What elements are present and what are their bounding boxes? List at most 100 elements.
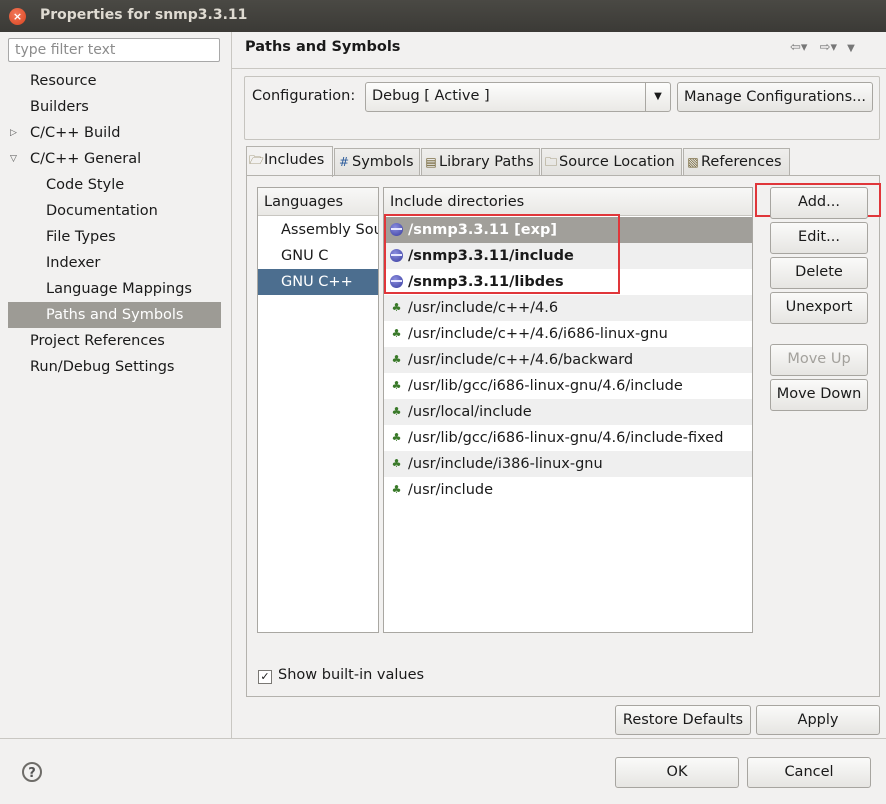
tree-item-label: Documentation (46, 203, 158, 219)
include-row[interactable]: ♣ /usr/include (384, 477, 752, 503)
include-path: /usr/lib/gcc/i686-linux-gnu/4.6/include-… (408, 430, 724, 446)
include-path: /usr/include (408, 482, 494, 498)
chevron-down-icon[interactable]: ▼ (645, 83, 670, 111)
tab-includes[interactable]: 🗁Includes (246, 146, 333, 177)
filter-input[interactable] (13, 41, 217, 59)
page-title: Paths and Symbols (245, 39, 401, 55)
include-row[interactable]: ♣ /usr/include/i386-linux-gnu (384, 451, 752, 477)
tree-item[interactable]: Resource (8, 68, 221, 94)
restore-defaults-button[interactable]: Restore Defaults (615, 705, 751, 735)
unexport-button[interactable]: Unexport (770, 292, 868, 324)
language-item[interactable]: GNU C++ (258, 269, 378, 295)
folder-icon: 🗀 (544, 155, 557, 169)
tab-label: Symbols (352, 154, 414, 170)
close-icon[interactable]: × (9, 8, 26, 25)
tab-source-location[interactable]: 🗀 Source Location (541, 148, 682, 176)
tree-item-label: C/C++ General (30, 151, 142, 167)
view-menu-icon[interactable]: ▼ (847, 43, 855, 54)
tab-symbols[interactable]: # Symbols (334, 148, 420, 176)
include-path: /usr/include/c++/4.6/i686-linux-gnu (408, 326, 668, 342)
include-path: /usr/include/c++/4.6 (408, 300, 559, 316)
system-include-icon: ♣ (391, 457, 402, 470)
help-icon[interactable]: ? (22, 762, 42, 782)
show-builtin-checkbox[interactable]: ✓ Show built-in values (258, 667, 424, 684)
system-include-icon: ♣ (391, 379, 402, 392)
tree-item[interactable]: Code Style (8, 172, 221, 198)
include-path: /usr/include/i386-linux-gnu (408, 456, 603, 472)
tree-item-label: File Types (46, 229, 116, 245)
header-separator (232, 68, 886, 69)
system-include-icon: ♣ (391, 353, 402, 366)
tab-library-paths[interactable]: ▤ Library Paths (421, 148, 540, 176)
footer-separator (0, 738, 886, 739)
move-down-button[interactable]: Move Down (770, 379, 868, 411)
tab-label: References (701, 154, 782, 170)
tree-item-label: Builders (30, 99, 89, 115)
filter-field[interactable] (8, 38, 220, 62)
tab-label: Includes (264, 152, 325, 168)
window-title: Properties for snmp3.3.11 (40, 7, 248, 23)
tab-label: Library Paths (439, 154, 534, 170)
include-path: /usr/include/c++/4.6/backward (408, 352, 634, 368)
checkbox-icon[interactable]: ✓ (258, 670, 272, 684)
language-item[interactable]: GNU C (258, 243, 378, 269)
tree-item[interactable]: ▷ C/C++ Build (8, 120, 221, 146)
include-row[interactable]: ♣ /usr/lib/gcc/i686-linux-gnu/4.6/include… (384, 425, 752, 451)
tree-item[interactable]: Documentation (8, 198, 221, 224)
tree-item-label: Resource (30, 73, 97, 89)
tab-references[interactable]: ▧ References (683, 148, 790, 176)
include-directories-header[interactable]: Include directories (384, 188, 752, 216)
edit-button[interactable]: Edit... (770, 222, 868, 254)
back-arrow-icon[interactable]: ⇦▾ (790, 40, 807, 55)
tab-label: Source Location (559, 154, 675, 170)
tree-item-label: Project References (30, 333, 165, 349)
references-icon: ▧ (687, 155, 699, 169)
property-tree: Resource Builders ▷ C/C++ Build ▽ C/C++ Gener… (8, 68, 221, 738)
tree-item-label: Run/Debug Settings (30, 359, 175, 375)
expanded-arrow-icon[interactable]: ▽ (10, 146, 22, 172)
apply-button[interactable]: Apply (756, 705, 880, 735)
system-include-icon: ♣ (391, 483, 402, 496)
tree-item[interactable]: Builders (8, 94, 221, 120)
tree-item[interactable]: Language Mappings (8, 276, 221, 302)
tree-item[interactable]: Paths and Symbols (8, 302, 221, 328)
tree-item[interactable]: Indexer (8, 250, 221, 276)
languages-list: Languages Assembly SourceGNU CGNU C++ (257, 187, 379, 633)
system-include-icon: ♣ (391, 301, 402, 314)
delete-button[interactable]: Delete (770, 257, 868, 289)
add-button[interactable]: Add... (770, 187, 868, 219)
forward-arrow-icon[interactable]: ⇨▾ (820, 40, 837, 55)
include-row[interactable]: ♣ /usr/local/include (384, 399, 752, 425)
tree-item[interactable]: Run/Debug Settings (8, 354, 221, 380)
tree-item[interactable]: Project References (8, 328, 221, 354)
ok-button[interactable]: OK (615, 757, 739, 788)
manage-configurations-button[interactable]: Manage Configurations... (677, 82, 873, 112)
include-row[interactable]: ♣ /usr/lib/gcc/i686-linux-gnu/4.6/include (384, 373, 752, 399)
configuration-select[interactable]: Debug [ Active ] ▼ (365, 82, 671, 112)
tree-item-label: Indexer (46, 255, 101, 271)
move-up-button[interactable]: Move Up (770, 344, 868, 376)
pane-divider[interactable] (231, 32, 232, 738)
tree-item[interactable]: ▽ C/C++ General (8, 146, 221, 172)
include-row[interactable]: ♣ /usr/include/c++/4.6/backward (384, 347, 752, 373)
system-include-icon: ♣ (391, 431, 402, 444)
include-path: /usr/lib/gcc/i686-linux-gnu/4.6/include (408, 378, 683, 394)
include-path: /usr/local/include (408, 404, 532, 420)
nav-toolbar: ⇦▾ ⇨▾ ▼ (790, 40, 855, 55)
cancel-button[interactable]: Cancel (747, 757, 871, 788)
tree-item[interactable]: File Types (8, 224, 221, 250)
configuration-label: Configuration: (252, 88, 356, 104)
tree-item-label: Code Style (46, 177, 125, 193)
languages-header[interactable]: Languages (258, 188, 378, 216)
includes-icon: 🗁 (249, 153, 264, 167)
system-include-icon: ♣ (391, 327, 402, 340)
tree-item-label: C/C++ Build (30, 125, 121, 141)
collapsed-arrow-icon[interactable]: ▷ (10, 120, 22, 146)
language-item[interactable]: Assembly Source (258, 217, 378, 243)
include-row[interactable]: ♣ /usr/include/c++/4.6/i686-linux-gnu (384, 321, 752, 347)
show-builtin-label: Show built-in values (278, 667, 425, 683)
highlight-box-project-includes (384, 214, 620, 294)
hash-icon: # (338, 155, 350, 169)
include-row[interactable]: ♣ /usr/include/c++/4.6 (384, 295, 752, 321)
tree-item-label: Language Mappings (46, 281, 192, 297)
